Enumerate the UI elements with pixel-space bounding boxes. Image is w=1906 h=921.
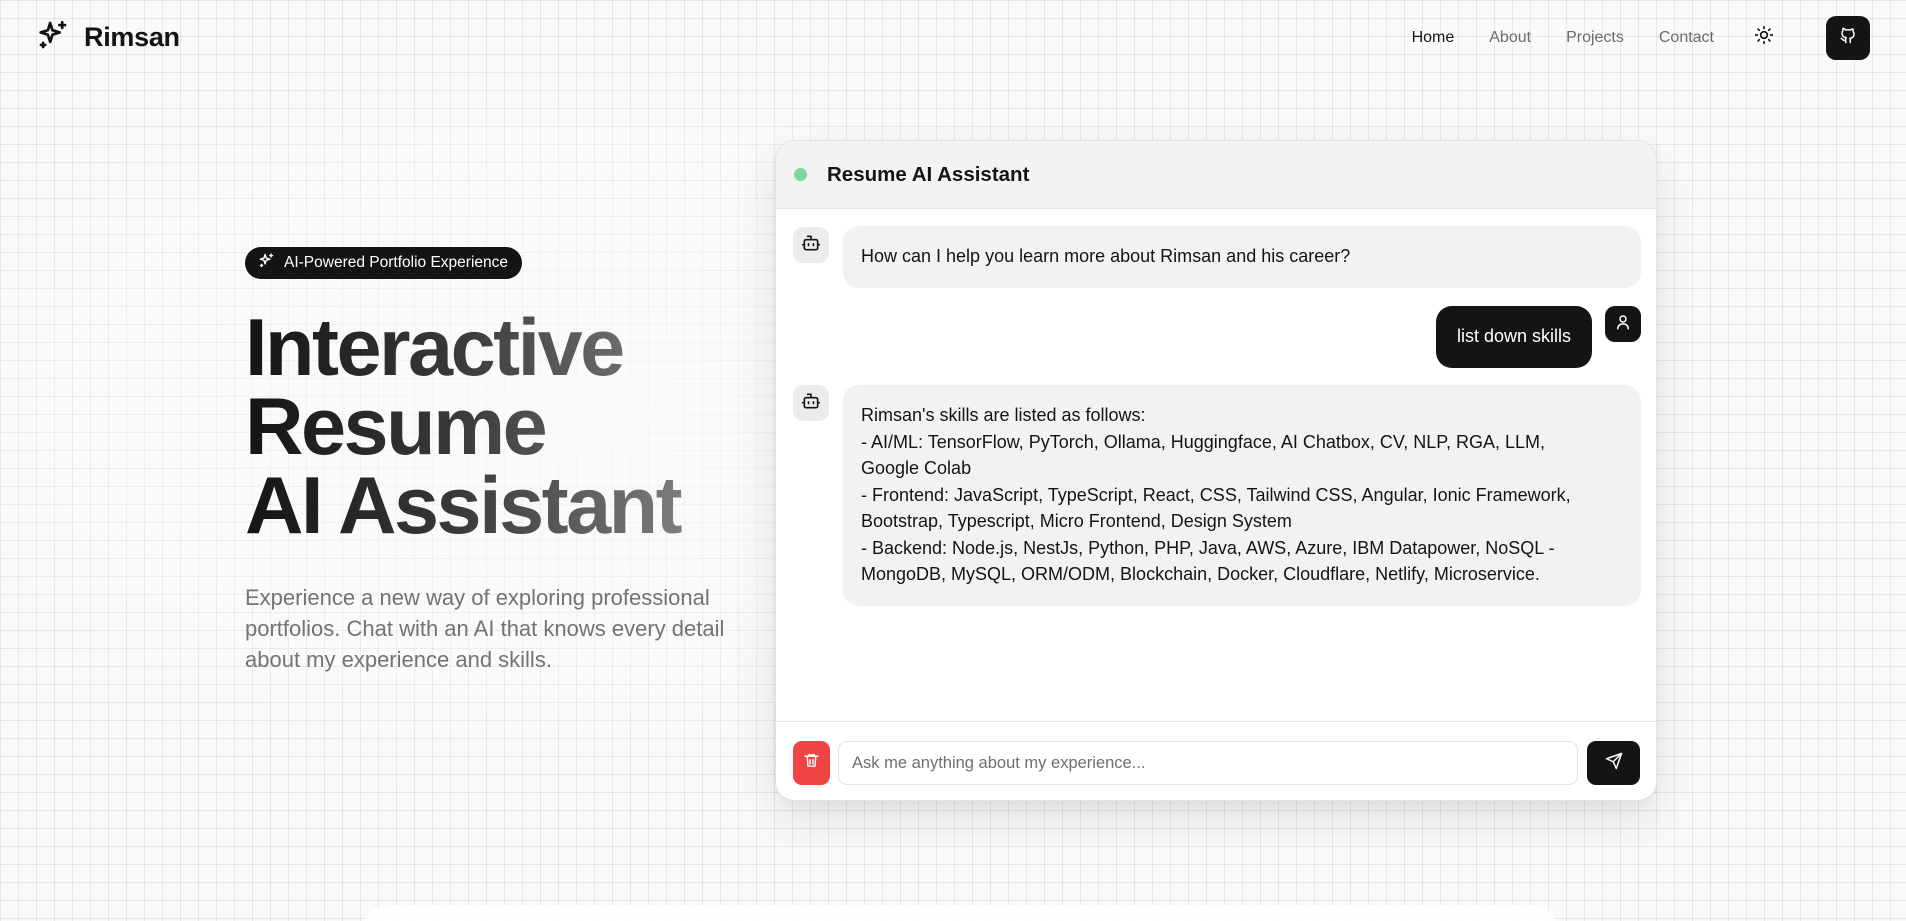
bot-avatar [793,385,829,421]
message-bubble-user: list down skills [1436,306,1592,368]
bot-icon [801,391,821,416]
nav-home[interactable]: Home [1412,29,1455,47]
brand[interactable]: Rimsan [36,18,180,57]
bot-avatar [793,227,829,263]
message-bubble-bot: Rimsan's skills are listed as follows: -… [843,385,1641,606]
clear-chat-button[interactable] [793,741,830,785]
user-avatar [1605,306,1641,342]
hero-title-line: AI Assistant [245,466,725,547]
send-button[interactable] [1587,741,1640,785]
chat-message-input[interactable] [838,741,1578,785]
sun-icon [1754,25,1774,50]
message-line: Bootstrap, Typescript, Micro Frontend, D… [861,511,1292,531]
send-icon [1605,752,1623,775]
chat-title: Resume AI Assistant [827,162,1030,186]
chat-header: Resume AI Assistant [776,141,1656,209]
message-line: Rimsan's skills are listed as follows: [861,405,1146,425]
bot-icon [801,233,821,258]
message-line: MongoDB, MySQL, ORM/ODM, Blockchain, Doc… [861,564,1540,584]
message-line: - AI/ML: TensorFlow, PyTorch, Ollama, Hu… [861,431,1545,452]
message-bubble-bot: How can I help you learn more about Rims… [843,226,1641,288]
hero-description: Experience a new way of exploring profes… [245,585,725,672]
hero-title-line: Interactive [245,308,725,389]
sparkles-icon [36,18,70,57]
user-icon [1614,313,1632,336]
nav-projects[interactable]: Projects [1566,29,1624,47]
chat-panel: Resume AI Assistant How can I help you l… [775,140,1657,801]
github-button[interactable] [1826,15,1870,60]
theme-toggle-button[interactable] [1750,24,1778,52]
nav-contact[interactable]: Contact [1659,29,1714,47]
hero-badge-label: AI-Powered Portfolio Experience [284,254,509,271]
sparkles-icon [258,252,275,274]
message-list[interactable]: How can I help you learn more about Rims… [776,209,1656,800]
hero-title: Interactive Resume AI Assistant [245,308,725,547]
hero-section: AI-Powered Portfolio Experience Interact… [245,247,725,675]
nav-about[interactable]: About [1489,29,1531,47]
message-line: list down skills [1456,326,1572,346]
hero-badge: AI-Powered Portfolio Experience [245,247,523,279]
next-section-edge [360,905,1560,921]
brand-name: Rimsan [84,22,180,52]
main-nav: Home About Projects Contact [1377,15,1870,60]
trash-icon [803,752,820,774]
site-header: Rimsan Home About Projects Contact [0,0,1906,75]
chat-composer [776,721,1656,800]
message-line: Google Colab [861,458,972,478]
online-status-dot [794,168,807,181]
message-line: - Frontend: JavaScript, TypeScript, Reac… [861,484,1571,505]
message-line: How can I help you learn more about Rims… [861,246,1351,266]
message-line: - Backend: Node.js, NestJs, Python, PHP,… [861,537,1555,558]
github-icon [1839,26,1857,49]
hero-title-line: Resume [245,387,725,468]
